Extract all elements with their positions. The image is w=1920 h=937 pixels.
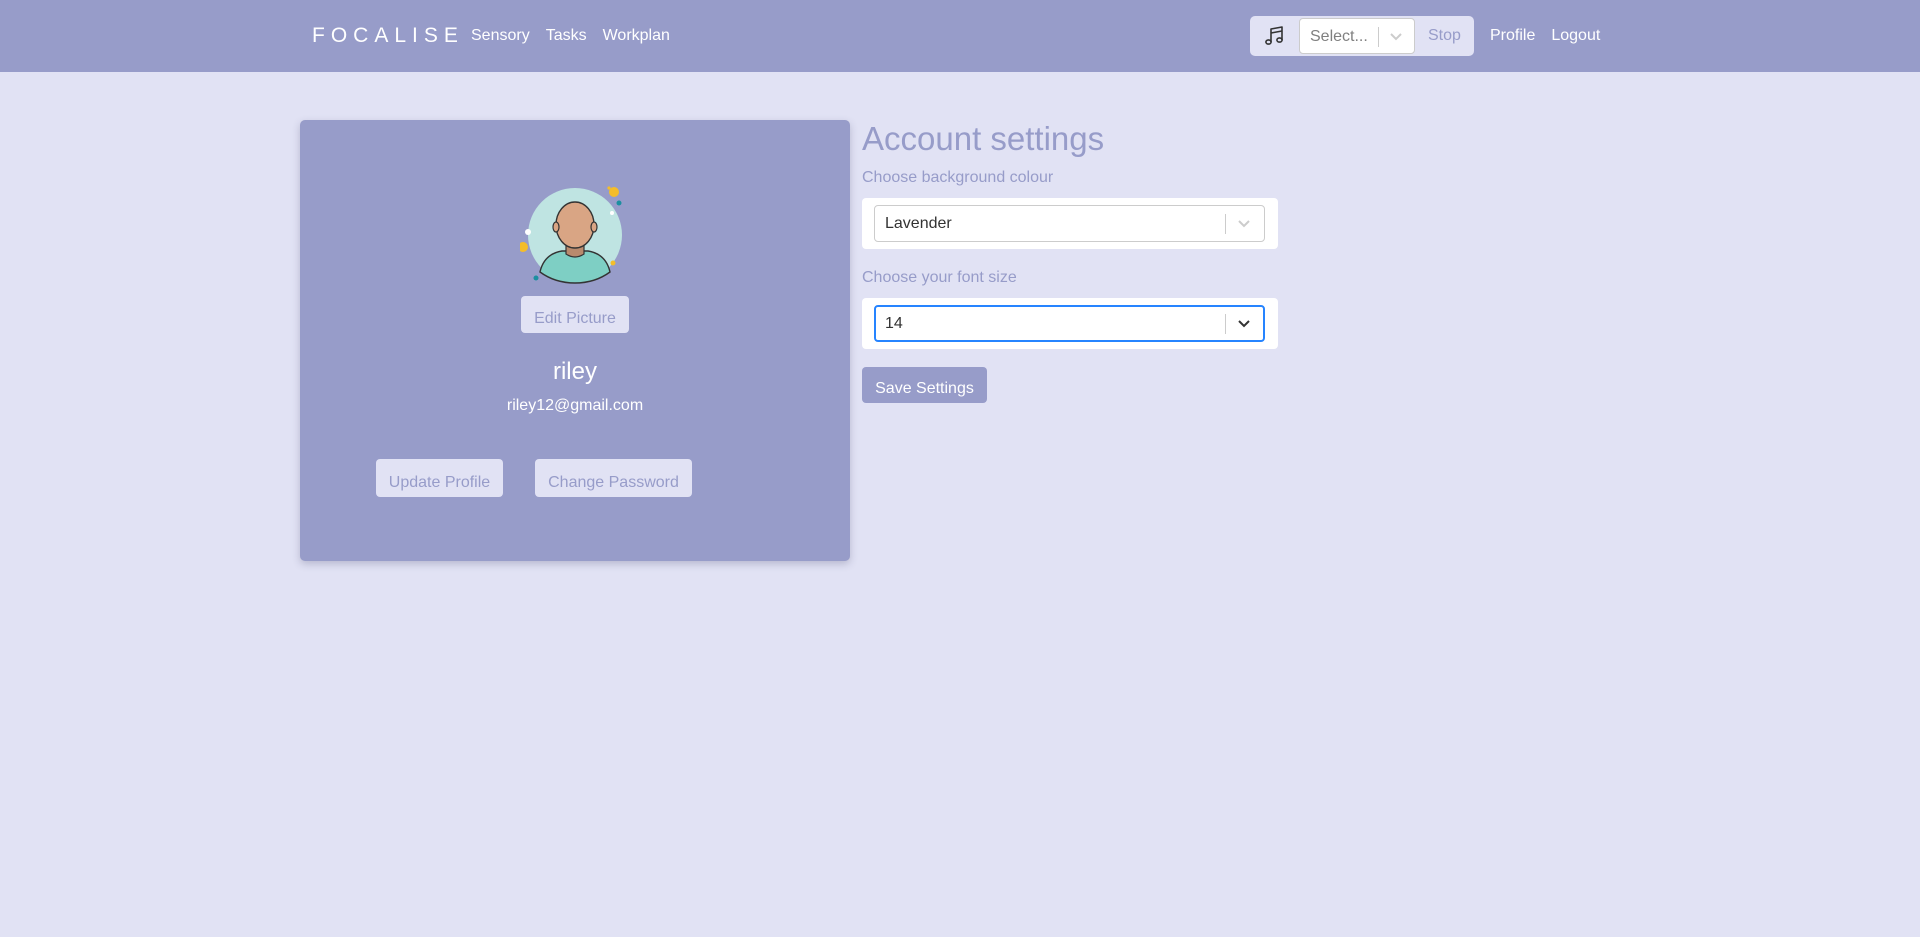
top-navbar: FOCALISE Sensory Tasks Workplan Select..… bbox=[0, 0, 1920, 72]
stop-music-button[interactable]: Stop bbox=[1428, 26, 1461, 46]
change-password-button[interactable]: Change Password bbox=[535, 459, 692, 497]
profile-card: Edit Picture riley riley12@gmail.com Upd… bbox=[300, 120, 850, 561]
font-size-value: 14 bbox=[885, 315, 903, 332]
music-track-select[interactable]: Select... bbox=[1299, 18, 1415, 54]
nav-link-workplan[interactable]: Workplan bbox=[603, 26, 670, 46]
nav-link-logout[interactable]: Logout bbox=[1551, 26, 1600, 46]
update-profile-button[interactable]: Update Profile bbox=[376, 459, 503, 497]
nav-link-profile[interactable]: Profile bbox=[1490, 26, 1535, 46]
profile-email: riley12@gmail.com bbox=[506, 397, 644, 414]
music-player: Select... Stop bbox=[1250, 16, 1474, 56]
chevron-down-icon[interactable] bbox=[1234, 215, 1254, 233]
background-colour-select[interactable]: Lavender bbox=[874, 205, 1265, 242]
nav-link-sensory[interactable]: Sensory bbox=[471, 26, 530, 46]
music-note-icon[interactable] bbox=[1262, 24, 1286, 48]
user-avatar-icon bbox=[520, 186, 622, 284]
nav-link-tasks[interactable]: Tasks bbox=[546, 26, 587, 46]
background-colour-value: Lavender bbox=[885, 215, 952, 232]
edit-picture-button[interactable]: Edit Picture bbox=[521, 296, 629, 333]
save-settings-button[interactable]: Save Settings bbox=[862, 367, 987, 403]
background-colour-label: Choose background colour bbox=[862, 169, 1054, 186]
font-size-select[interactable]: 14 bbox=[874, 305, 1265, 342]
background-colour-field: Lavender bbox=[862, 198, 1278, 249]
select-separator bbox=[1225, 214, 1226, 234]
brand-logo[interactable]: FOCALISE bbox=[312, 24, 464, 48]
font-size-field: 14 bbox=[862, 298, 1278, 349]
font-size-label: Choose your font size bbox=[862, 269, 1017, 286]
nav-right-links: Profile Logout bbox=[1490, 26, 1600, 46]
nav-links: Sensory Tasks Workplan bbox=[471, 26, 670, 46]
chevron-down-icon[interactable] bbox=[1234, 315, 1254, 333]
page-title: Account settings bbox=[862, 120, 1105, 157]
music-select-placeholder: Select... bbox=[1310, 28, 1368, 45]
select-separator bbox=[1378, 27, 1379, 47]
chevron-down-icon[interactable] bbox=[1386, 28, 1406, 46]
profile-username: riley bbox=[552, 358, 597, 385]
select-separator bbox=[1225, 314, 1226, 334]
